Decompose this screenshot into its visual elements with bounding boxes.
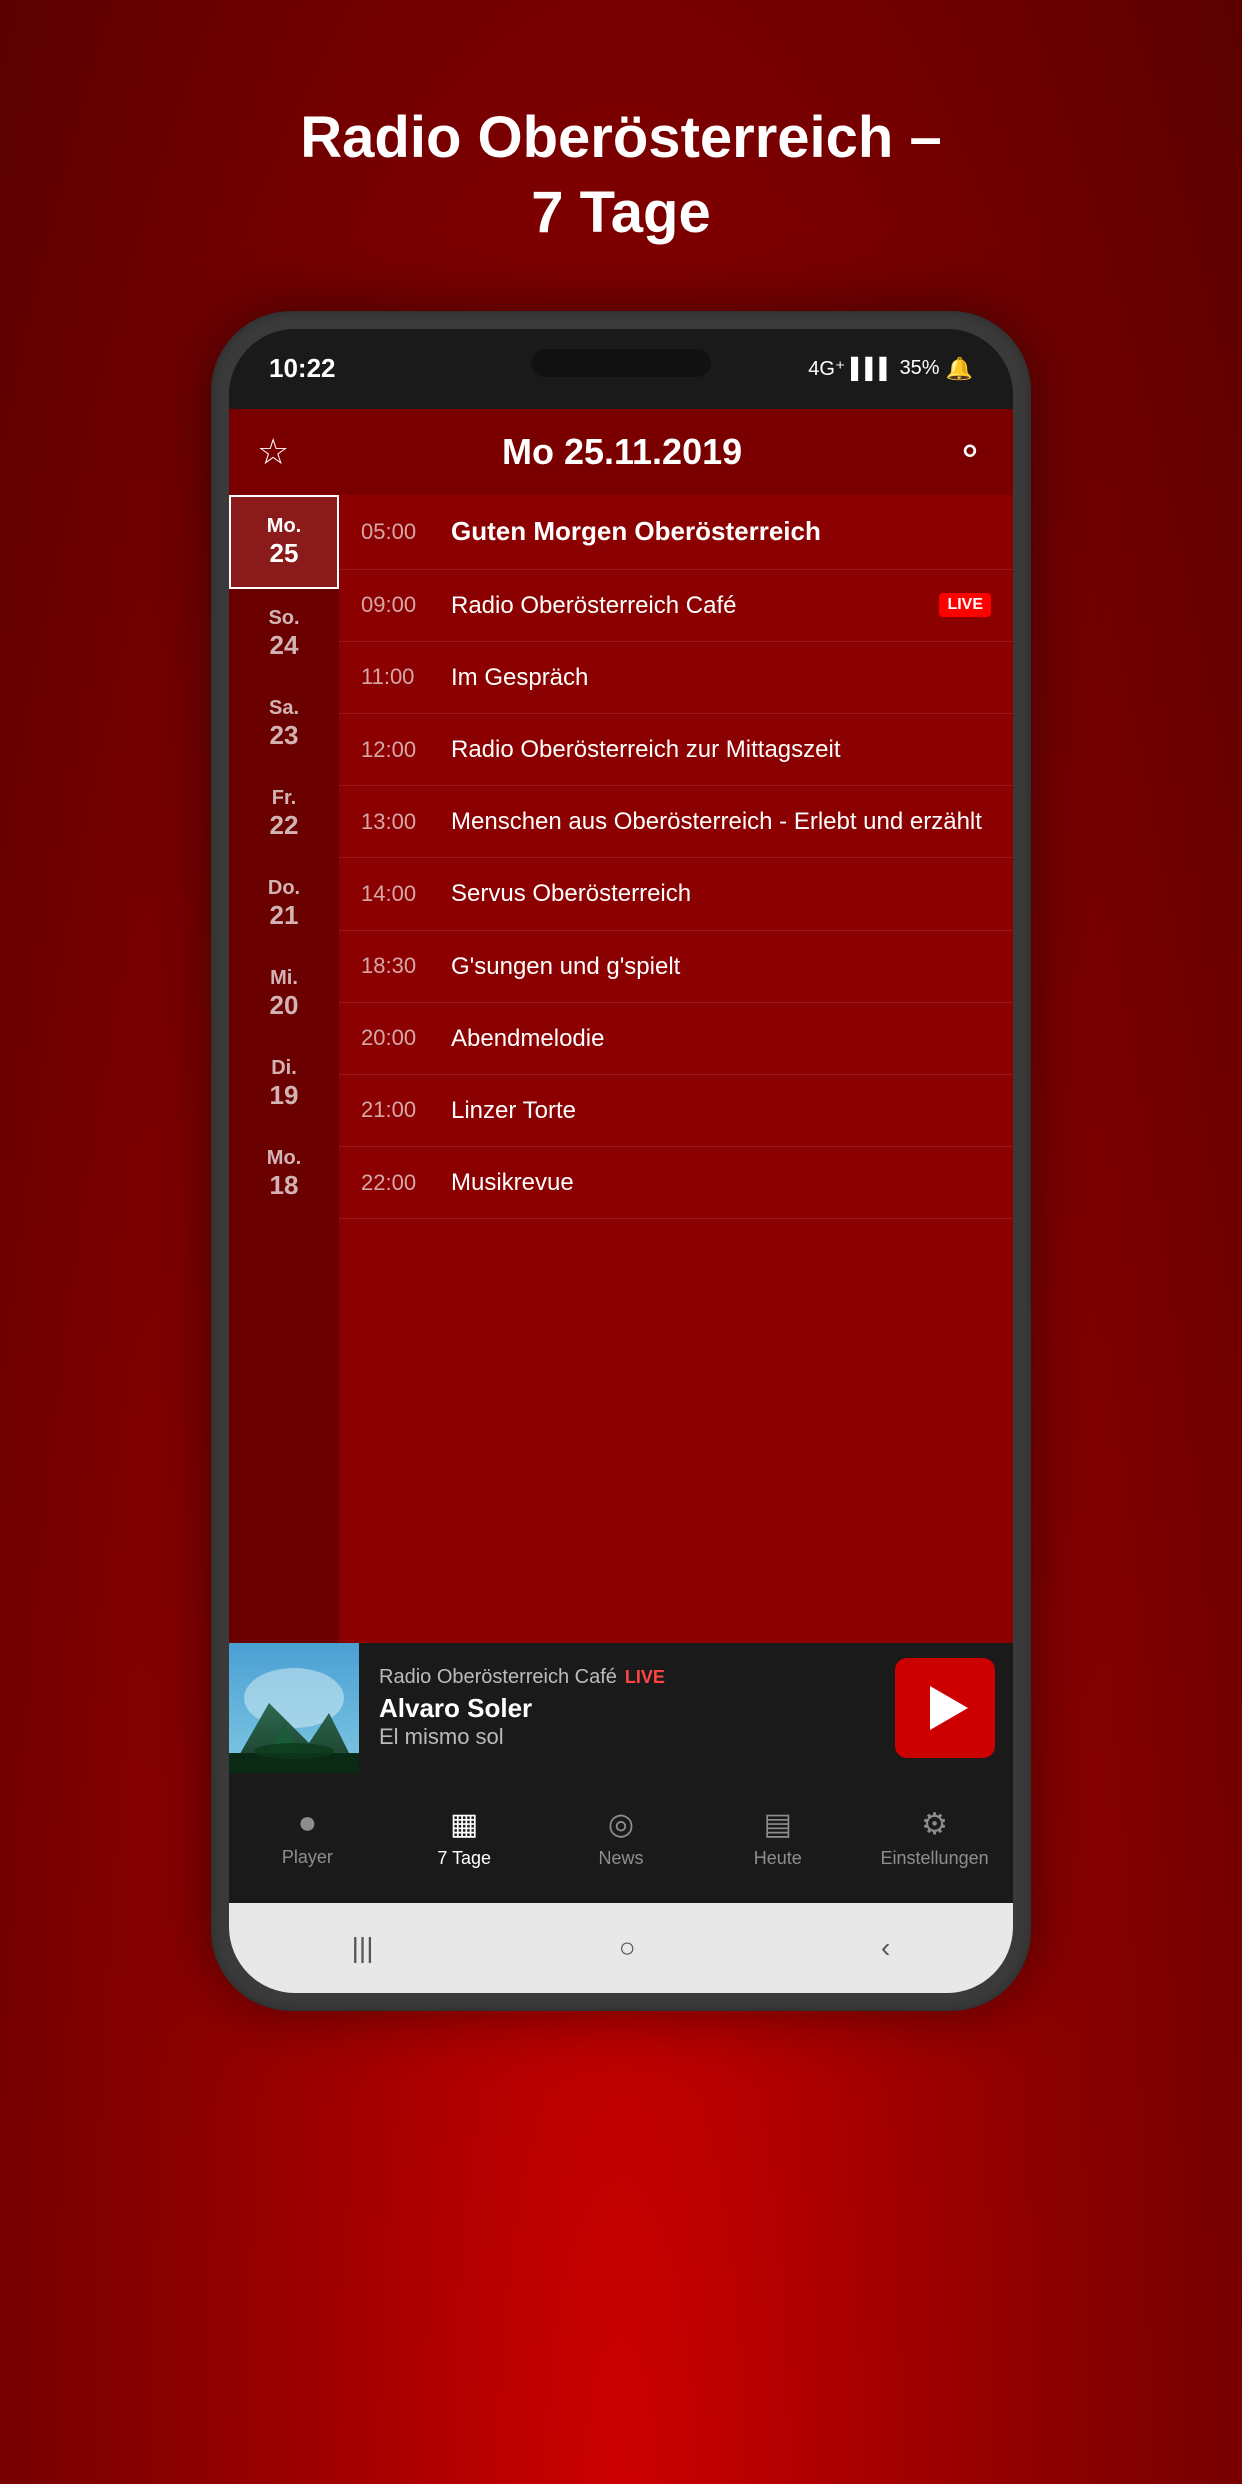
schedule-time-8: 20:00 [361, 1025, 451, 1051]
einstellungen-label: Einstellungen [881, 1848, 989, 1869]
day-item-mo25[interactable]: Mo. 25 [229, 495, 339, 589]
heute-label: Heute [754, 1848, 802, 1869]
day-item-di19[interactable]: Di. 19 [229, 1039, 339, 1129]
einstellungen-icon: ⚙ [921, 1807, 948, 1842]
day-item-do21[interactable]: Do. 21 [229, 859, 339, 949]
status-icons: 4G⁺ ▌▌▌ 35% 🔔 [808, 356, 973, 382]
schedule-title-9: Linzer Torte [451, 1095, 991, 1126]
favorite-star-icon[interactable]: ☆ [257, 431, 289, 473]
schedule-time-7: 18:30 [361, 953, 451, 979]
schedule-title-6: Servus Oberösterreich [451, 878, 991, 909]
nav-item-7tage[interactable]: ▦ 7 Tage [386, 1797, 543, 1879]
day-sidebar: Mo. 25 So. 24 Sa. 23 Fr. 22 [229, 495, 339, 1643]
now-playing-bar[interactable]: Radio Oberösterreich Café LIVE Alvaro So… [229, 1643, 1013, 1773]
home-icon[interactable]: ○ [619, 1932, 636, 1964]
selected-date: Mo 25.11.2019 [502, 431, 742, 473]
schedule-time-4: 12:00 [361, 737, 451, 763]
play-button[interactable] [895, 1658, 995, 1758]
schedule-item-2[interactable]: 09:00 Radio Oberösterreich Café LIVE [339, 570, 1013, 642]
schedule-title-8: Abendmelodie [451, 1023, 991, 1054]
day-item-so24[interactable]: So. 24 [229, 589, 339, 679]
schedule-title-10: Musikrevue [451, 1167, 991, 1198]
network-indicator: 4G⁺ ▌▌▌ [808, 356, 893, 381]
schedule-item-1[interactable]: 05:00 Guten Morgen Oberösterreich [339, 495, 1013, 570]
play-triangle-icon [930, 1686, 968, 1730]
schedule-title-5: Menschen aus Oberösterreich - Erlebt und… [451, 806, 991, 837]
nav-item-news[interactable]: ◎ News [543, 1797, 700, 1879]
schedule-time-6: 14:00 [361, 881, 451, 907]
status-bar: 10:22 4G⁺ ▌▌▌ 35% 🔔 [229, 329, 1013, 409]
phone-frame: 10:22 4G⁺ ▌▌▌ 35% 🔔 ☆ Mo 25.11.2019 ⚬ Mo… [211, 311, 1031, 2011]
schedule-item-7[interactable]: 18:30 G'sungen und g'spielt [339, 931, 1013, 1003]
schedule-title-3: Im Gespräch [451, 662, 991, 693]
schedule-time-10: 22:00 [361, 1170, 451, 1196]
sound-icon: 🔔 [946, 356, 973, 382]
now-playing-artist: Alvaro Soler [379, 1693, 875, 1724]
schedule-item-10[interactable]: 22:00 Musikrevue [339, 1147, 1013, 1219]
schedule-item-4[interactable]: 12:00 Radio Oberösterreich zur Mittagsze… [339, 714, 1013, 786]
app-header: ☆ Mo 25.11.2019 ⚬ [229, 409, 1013, 495]
schedule-time-9: 21:00 [361, 1097, 451, 1123]
schedule-item-6[interactable]: 14:00 Servus Oberösterreich [339, 858, 1013, 930]
album-art-thumbnail [229, 1643, 359, 1773]
schedule-title-2: Radio Oberösterreich Café [451, 590, 931, 621]
now-playing-live-label: LIVE [625, 1667, 665, 1688]
now-playing-song: El mismo sol [379, 1724, 875, 1750]
day-item-sa23[interactable]: Sa. 23 [229, 679, 339, 769]
system-nav-bar: ||| ○ ‹ [229, 1903, 1013, 1993]
back-icon[interactable]: ||| [352, 1932, 374, 1964]
schedule-title-7: G'sungen und g'spielt [451, 951, 991, 982]
schedule-time-1: 05:00 [361, 519, 451, 545]
player-icon: ⏺ [300, 1807, 315, 1841]
schedule-item-8[interactable]: 20:00 Abendmelodie [339, 1003, 1013, 1075]
schedule-title-1: Guten Morgen Oberösterreich [451, 515, 991, 549]
status-time: 10:22 [269, 353, 336, 384]
nav-item-player[interactable]: ⏺ Player [229, 1797, 386, 1878]
now-playing-info: Radio Oberösterreich Café LIVE Alvaro So… [359, 1666, 895, 1750]
day-item-mi20[interactable]: Mi. 20 [229, 949, 339, 1039]
schedule-title-4: Radio Oberösterreich zur Mittagszeit [451, 734, 991, 765]
7tage-icon: ▦ [450, 1807, 478, 1842]
schedule-time-2: 09:00 [361, 592, 451, 618]
schedule-time-3: 11:00 [361, 664, 451, 690]
bottom-nav: ⏺ Player ▦ 7 Tage ◎ News ▤ Heute ⚙ Ein [229, 1773, 1013, 1903]
day-item-fr22[interactable]: Fr. 22 [229, 769, 339, 859]
day-item-mo18[interactable]: Mo. 18 [229, 1129, 339, 1219]
schedule-time-5: 13:00 [361, 809, 451, 835]
nav-item-einstellungen[interactable]: ⚙ Einstellungen [856, 1797, 1013, 1879]
now-playing-station-name: Radio Oberösterreich Café [379, 1666, 617, 1689]
schedule-item-9[interactable]: 21:00 Linzer Torte [339, 1075, 1013, 1147]
recents-icon[interactable]: ‹ [881, 1932, 890, 1964]
news-label: News [598, 1848, 643, 1869]
battery-indicator: 35% [900, 357, 940, 380]
schedule-item-5[interactable]: 13:00 Menschen aus Oberösterreich - Erle… [339, 786, 1013, 858]
player-label: Player [282, 1847, 333, 1868]
heute-icon: ▤ [764, 1807, 792, 1842]
news-icon: ◎ [608, 1807, 634, 1842]
live-badge: LIVE [939, 593, 991, 617]
schedule-list: 05:00 Guten Morgen Oberösterreich 09:00 … [339, 495, 1013, 1643]
schedule-item-3[interactable]: 11:00 Im Gespräch [339, 642, 1013, 714]
7tage-label: 7 Tage [437, 1848, 491, 1869]
nav-item-heute[interactable]: ▤ Heute [699, 1797, 856, 1879]
search-icon[interactable]: ⚬ [955, 431, 985, 473]
page-title: Radio Oberösterreich – 7 Tage [300, 100, 941, 251]
